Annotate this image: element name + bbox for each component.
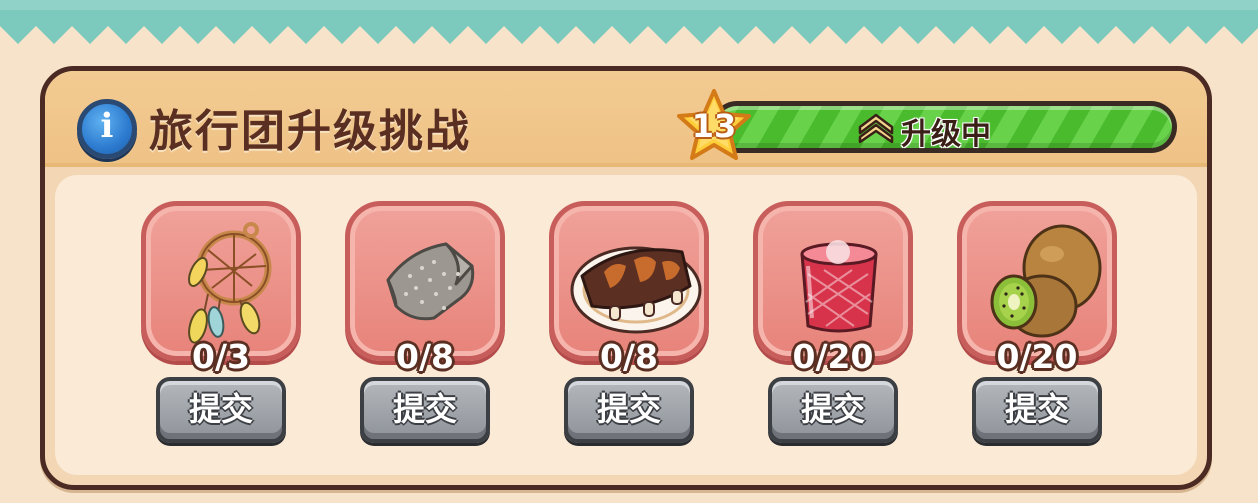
progress-label: 升级中 [901, 117, 991, 152]
page-title: 旅行团升级挑战 [149, 106, 471, 157]
red-drink-glass-icon [800, 240, 878, 333]
item-slot-kiwi: 0/20 提交 [957, 201, 1117, 485]
level-badge: 13 [675, 87, 753, 165]
item-count: 0/8 [396, 337, 454, 376]
submit-button[interactable]: 提交 [768, 377, 898, 443]
info-icon[interactable]: i [77, 99, 137, 159]
item-slot-cloth: 0/8 提交 [345, 201, 505, 485]
submit-button[interactable]: 提交 [156, 377, 286, 443]
item-slot-ribs: 0/8 提交 [549, 201, 709, 485]
dreamcatcher-icon [188, 222, 272, 344]
item-slot-red-drink: 0/20 提交 [753, 201, 913, 485]
level-progress-bar: 升级中 [711, 101, 1177, 153]
kiwi-icon [990, 224, 1102, 338]
submit-button[interactable]: 提交 [564, 377, 694, 443]
item-count: 0/20 [996, 337, 1078, 376]
zigzag-top-border [0, 0, 1258, 44]
item-count: 0/3 [192, 337, 250, 376]
upgrade-challenge-panel: i 旅行团升级挑战 升级中 13 0/3 提交 0/8 提交 0/8 提交 0/… [40, 66, 1212, 490]
ribs-dish-icon [570, 246, 702, 334]
item-slot-dreamcatcher: 0/3 提交 [141, 201, 301, 485]
item-count: 0/8 [600, 337, 658, 376]
cloth-icon [386, 242, 475, 321]
submit-button[interactable]: 提交 [360, 377, 490, 443]
level-number: 13 [691, 107, 737, 145]
item-count: 0/20 [792, 337, 874, 376]
info-glyph: i [100, 106, 114, 146]
submit-button[interactable]: 提交 [972, 377, 1102, 443]
double-chevron-up-icon [858, 113, 894, 143]
